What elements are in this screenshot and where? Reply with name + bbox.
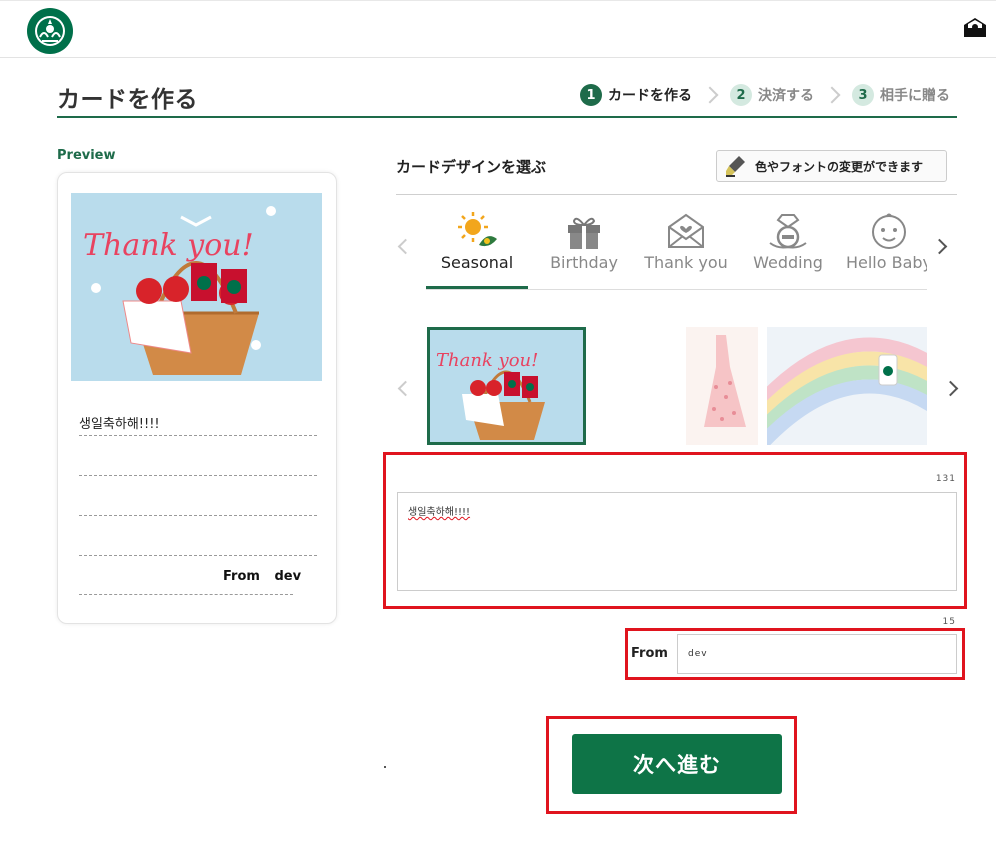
design-thumbnail-selected[interactable]: Thank you! [427, 327, 586, 445]
preview-line [79, 555, 317, 556]
design-thumbnail[interactable] [751, 327, 941, 454]
tab-label: Hello Baby [845, 253, 927, 272]
tab-seasonal[interactable]: Seasonal [426, 205, 528, 289]
svg-text:Thank you!: Thank you! [83, 228, 254, 263]
preview-from-name: dev [274, 569, 302, 584]
title-divider [57, 116, 957, 118]
tab-thank-you[interactable]: Thank you [635, 205, 737, 289]
step-label: 相手に贈る [880, 88, 950, 104]
category-next-arrow-icon[interactable] [931, 238, 948, 255]
progress-steps: 1 カードを作る 2 決済する 3 相手に贈る [580, 82, 950, 108]
design-thumbnail[interactable] [686, 327, 758, 445]
tab-label: Thank you [644, 253, 728, 272]
change-font-label: 色やフォントの変更ができます [755, 159, 924, 174]
gift-mail-icon[interactable] [962, 15, 988, 39]
preview-card: Thank you! 생일축하해!!!! From dev [57, 172, 337, 624]
step-label: 決済する [758, 88, 814, 104]
message-char-count: 131 [935, 474, 956, 484]
preview-label: Preview [57, 148, 116, 163]
from-input[interactable]: dev [677, 634, 957, 674]
preview-line [79, 435, 317, 436]
step-send: 3 相手に贈る [852, 84, 950, 106]
ring-icon [769, 214, 807, 249]
top-bar [0, 0, 996, 58]
design-next-arrow-icon[interactable] [942, 380, 959, 397]
preview-from: From dev [223, 569, 301, 584]
step-label: カードを作る [608, 88, 692, 104]
design-divider [396, 194, 957, 195]
from-char-count: 15 [942, 617, 956, 627]
pink-dress-design [686, 327, 758, 445]
category-prev-arrow-icon[interactable] [397, 238, 414, 255]
preview-line [79, 475, 317, 476]
message-text: 생일축하해!!!! [408, 507, 471, 518]
step-payment: 2 決済する [730, 84, 814, 106]
chevron-right-icon [701, 86, 719, 104]
chevron-right-icon [823, 86, 841, 104]
next-button[interactable]: 次へ進む [572, 734, 782, 794]
tab-wedding[interactable]: Wedding [737, 205, 839, 289]
gift-icon [568, 217, 600, 249]
svg-text:Thank you!: Thank you! [436, 350, 538, 371]
step-create-card: 1 カードを作る [580, 84, 692, 106]
design-heading: カードデザインを選ぶ [396, 158, 547, 176]
step-number: 2 [730, 84, 752, 106]
from-label: From [631, 646, 668, 661]
tab-label: Birthday [550, 253, 618, 272]
starbucks-logo[interactable] [26, 7, 74, 55]
tab-hello-baby[interactable]: Hello Baby [838, 205, 927, 289]
preview-line [79, 515, 317, 516]
category-tabs: Seasonal Birthday Thank you Wedding Hell… [426, 205, 927, 290]
step-number: 1 [580, 84, 602, 106]
sun-leaf-icon [458, 212, 497, 247]
design-prev-arrow-icon[interactable] [397, 380, 414, 397]
rainbow-for-you-design [751, 327, 941, 454]
thank-you-strawberry-design: Thank you! [430, 330, 583, 442]
preview-from-label: From [223, 569, 260, 584]
stray-dot [384, 766, 386, 768]
preview-line [79, 594, 293, 595]
page-title: カードを作る [57, 87, 198, 113]
message-textarea[interactable]: 생일축하해!!!! [397, 492, 957, 591]
baby-face-icon [872, 213, 906, 249]
change-font-button[interactable]: 色やフォントの変更ができます [716, 150, 947, 182]
step-number: 3 [852, 84, 874, 106]
card-design-preview-image: Thank you! [71, 193, 322, 381]
tab-label: Wedding [753, 253, 823, 272]
envelope-heart-icon [668, 213, 704, 248]
paint-brush-icon [726, 156, 745, 177]
tab-birthday[interactable]: Birthday [533, 205, 635, 289]
preview-message: 생일축하해!!!! [79, 417, 160, 432]
tab-label: Seasonal [440, 253, 514, 272]
